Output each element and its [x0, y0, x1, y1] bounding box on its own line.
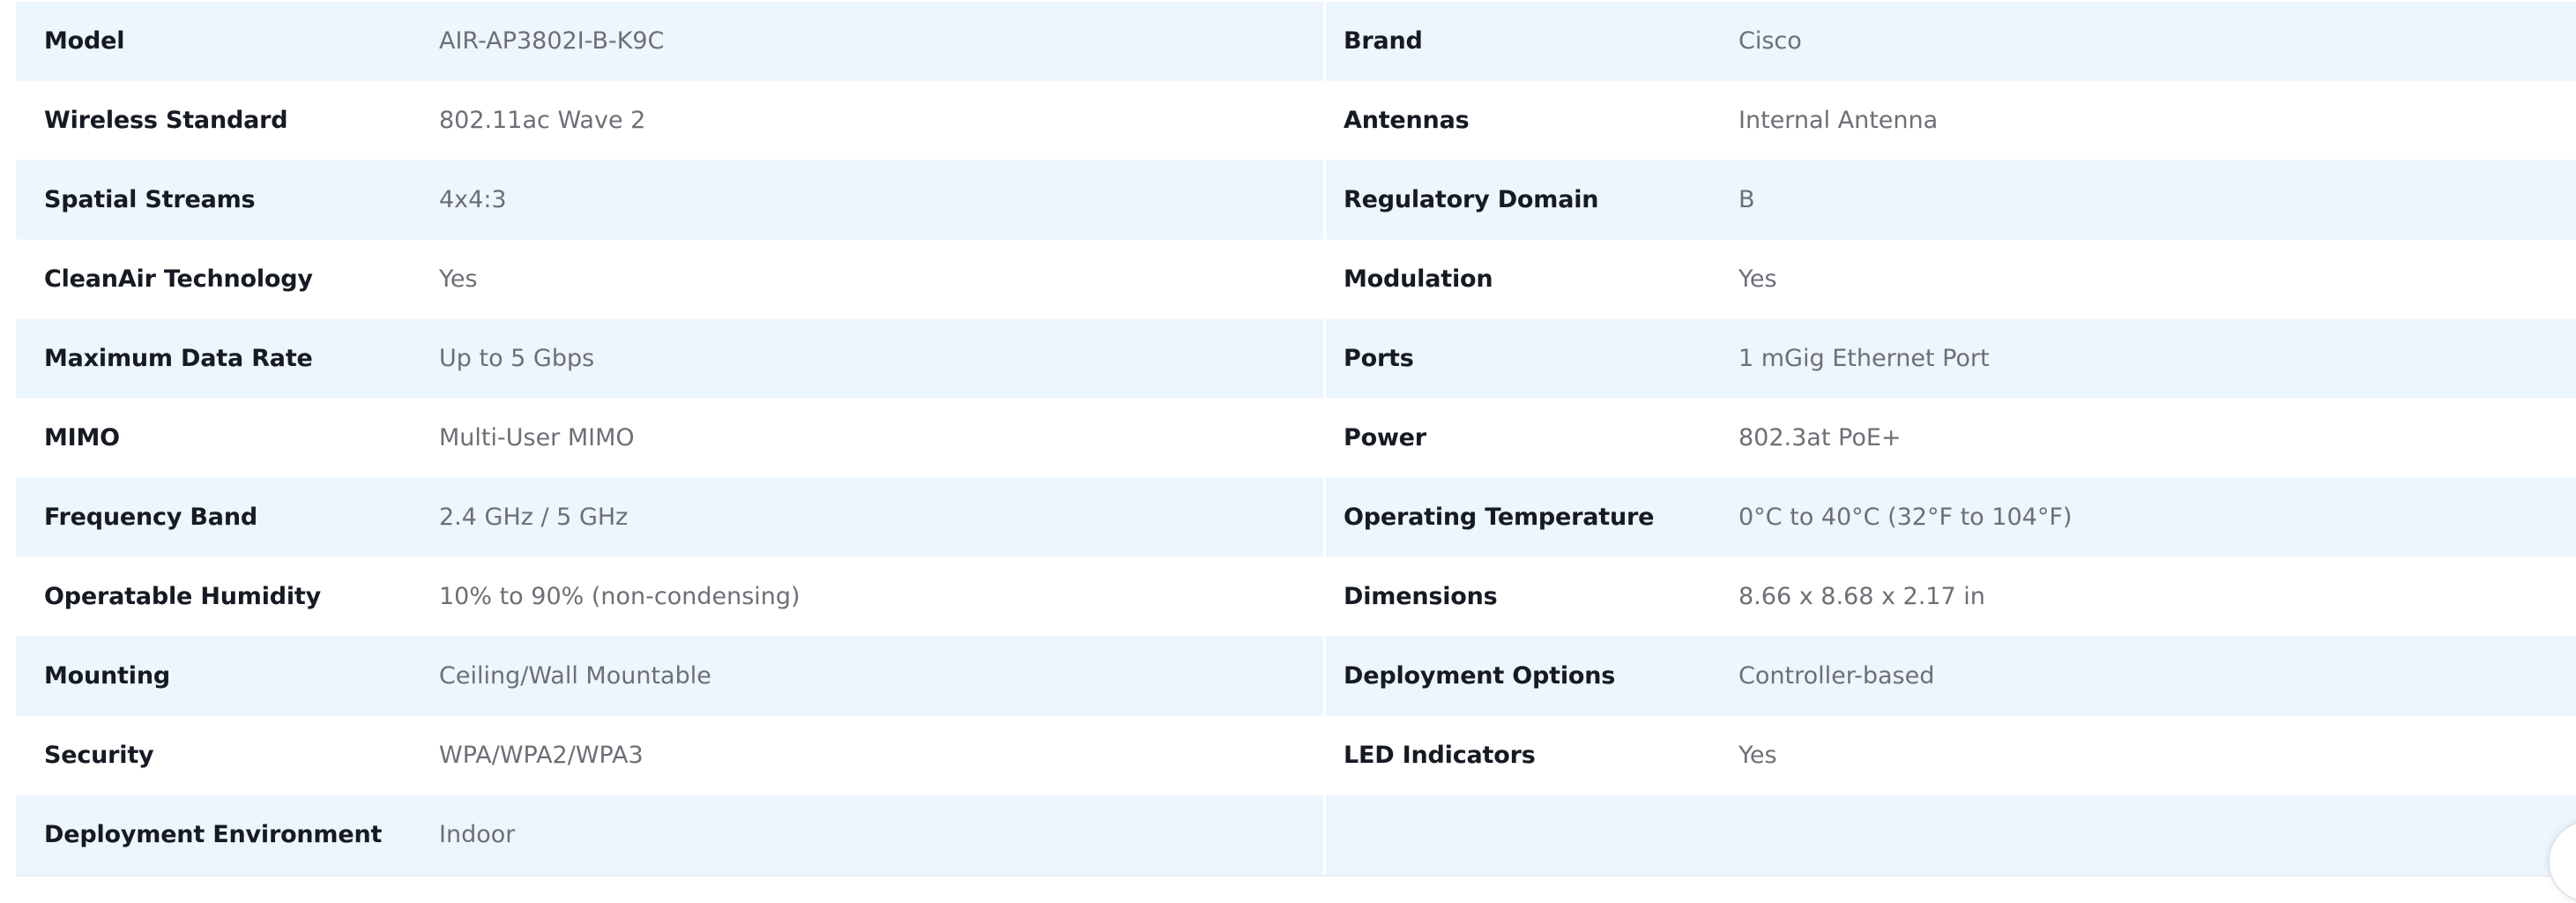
spec-label: Deployment Environment [44, 821, 383, 848]
spec-row-spatial-streams: Spatial Streams 4x4:3 [16, 160, 1326, 240]
spec-label: Operating Temperature [1344, 504, 1655, 531]
spec-label: Regulatory Domain [1344, 186, 1599, 213]
spec-label: Model [44, 27, 125, 55]
spec-label: Modulation [1344, 265, 1493, 293]
spec-value: 0°C to 40°C (32°F to 104°F) [1738, 504, 2073, 531]
spec-value: 802.3at PoE+ [1738, 424, 1902, 452]
spec-value: Yes [439, 265, 478, 293]
spec-value: WPA/WPA2/WPA3 [439, 742, 644, 769]
spec-value: Controller-based [1738, 662, 1935, 690]
spec-label: Brand [1344, 27, 1423, 55]
spec-table: Model AIR-AP3802I-B-K9C Brand Cisco Wire… [16, 2, 2576, 877]
spec-row-frequency-band: Frequency Band 2.4 GHz / 5 GHz [16, 478, 1326, 557]
spec-row-led-indicators: LED Indicators Yes [1326, 716, 2576, 795]
spec-label: Power [1344, 424, 1426, 452]
spec-row-dimensions: Dimensions 8.66 x 8.68 x 2.17 in [1326, 557, 2576, 637]
spec-value: 8.66 x 8.68 x 2.17 in [1738, 583, 1985, 610]
spec-row-maximum-data-rate: Maximum Data Rate Up to 5 Gbps [16, 319, 1326, 399]
spec-row-modulation: Modulation Yes [1326, 240, 2576, 319]
spec-label: Antennas [1344, 107, 1470, 134]
spec-row-regulatory-domain: Regulatory Domain B [1326, 160, 2576, 240]
spec-label: Dimensions [1344, 583, 1498, 610]
spec-value: AIR-AP3802I-B-K9C [439, 27, 665, 55]
spec-value: Ceiling/Wall Mountable [439, 662, 711, 690]
spec-row-operating-temperature: Operating Temperature 0°C to 40°C (32°F … [1326, 478, 2576, 557]
spec-value: 802.11ac Wave 2 [439, 107, 646, 134]
spec-row-wireless-standard: Wireless Standard 802.11ac Wave 2 [16, 81, 1326, 160]
spec-label: MIMO [44, 424, 120, 452]
spec-label: Frequency Band [44, 504, 257, 531]
spec-value: 4x4:3 [439, 186, 507, 213]
spec-value: Cisco [1738, 27, 1802, 55]
spec-value: Multi-User MIMO [439, 424, 635, 452]
spec-row-deployment-options: Deployment Options Controller-based [1326, 637, 2576, 716]
spec-label: Wireless Standard [44, 107, 288, 134]
spec-row-model: Model AIR-AP3802I-B-K9C [16, 2, 1326, 81]
spec-label: Ports [1344, 345, 1414, 372]
spec-row-power: Power 802.3at PoE+ [1326, 399, 2576, 478]
spec-row-mounting: Mounting Ceiling/Wall Mountable [16, 637, 1326, 716]
spec-value: 1 mGig Ethernet Port [1738, 345, 1990, 372]
table-bottom-divider [16, 875, 2576, 877]
spec-label: Security [44, 742, 154, 769]
spec-label: Operatable Humidity [44, 583, 322, 610]
spec-value: Yes [1738, 742, 1777, 769]
spec-value: 2.4 GHz / 5 GHz [439, 504, 629, 531]
spec-row-mimo: MIMO Multi-User MIMO [16, 399, 1326, 478]
spec-value: 10% to 90% (non-condensing) [439, 583, 800, 610]
spec-value: Yes [1738, 265, 1777, 293]
spec-value: Indoor [439, 821, 516, 848]
spec-row-ports: Ports 1 mGig Ethernet Port [1326, 319, 2576, 399]
spec-label: CleanAir Technology [44, 265, 313, 293]
spec-value: Internal Antenna [1738, 107, 1939, 134]
spec-label: Deployment Options [1344, 662, 1616, 690]
spec-row-antennas: Antennas Internal Antenna [1326, 81, 2576, 160]
spec-value: Up to 5 Gbps [439, 345, 595, 372]
spec-row-operatable-humidity: Operatable Humidity 10% to 90% (non-cond… [16, 557, 1326, 637]
spec-row-cleanair-technology: CleanAir Technology Yes [16, 240, 1326, 319]
spec-value: B [1738, 186, 1755, 213]
spec-row-security: Security WPA/WPA2/WPA3 [16, 716, 1326, 795]
spec-label: LED Indicators [1344, 742, 1536, 769]
spec-row-brand: Brand Cisco [1326, 2, 2576, 81]
spec-row-empty [1326, 795, 2576, 875]
spec-row-deployment-environment: Deployment Environment Indoor [16, 795, 1326, 875]
spec-label: Mounting [44, 662, 170, 690]
spec-label: Spatial Streams [44, 186, 256, 213]
spec-label: Maximum Data Rate [44, 345, 313, 372]
